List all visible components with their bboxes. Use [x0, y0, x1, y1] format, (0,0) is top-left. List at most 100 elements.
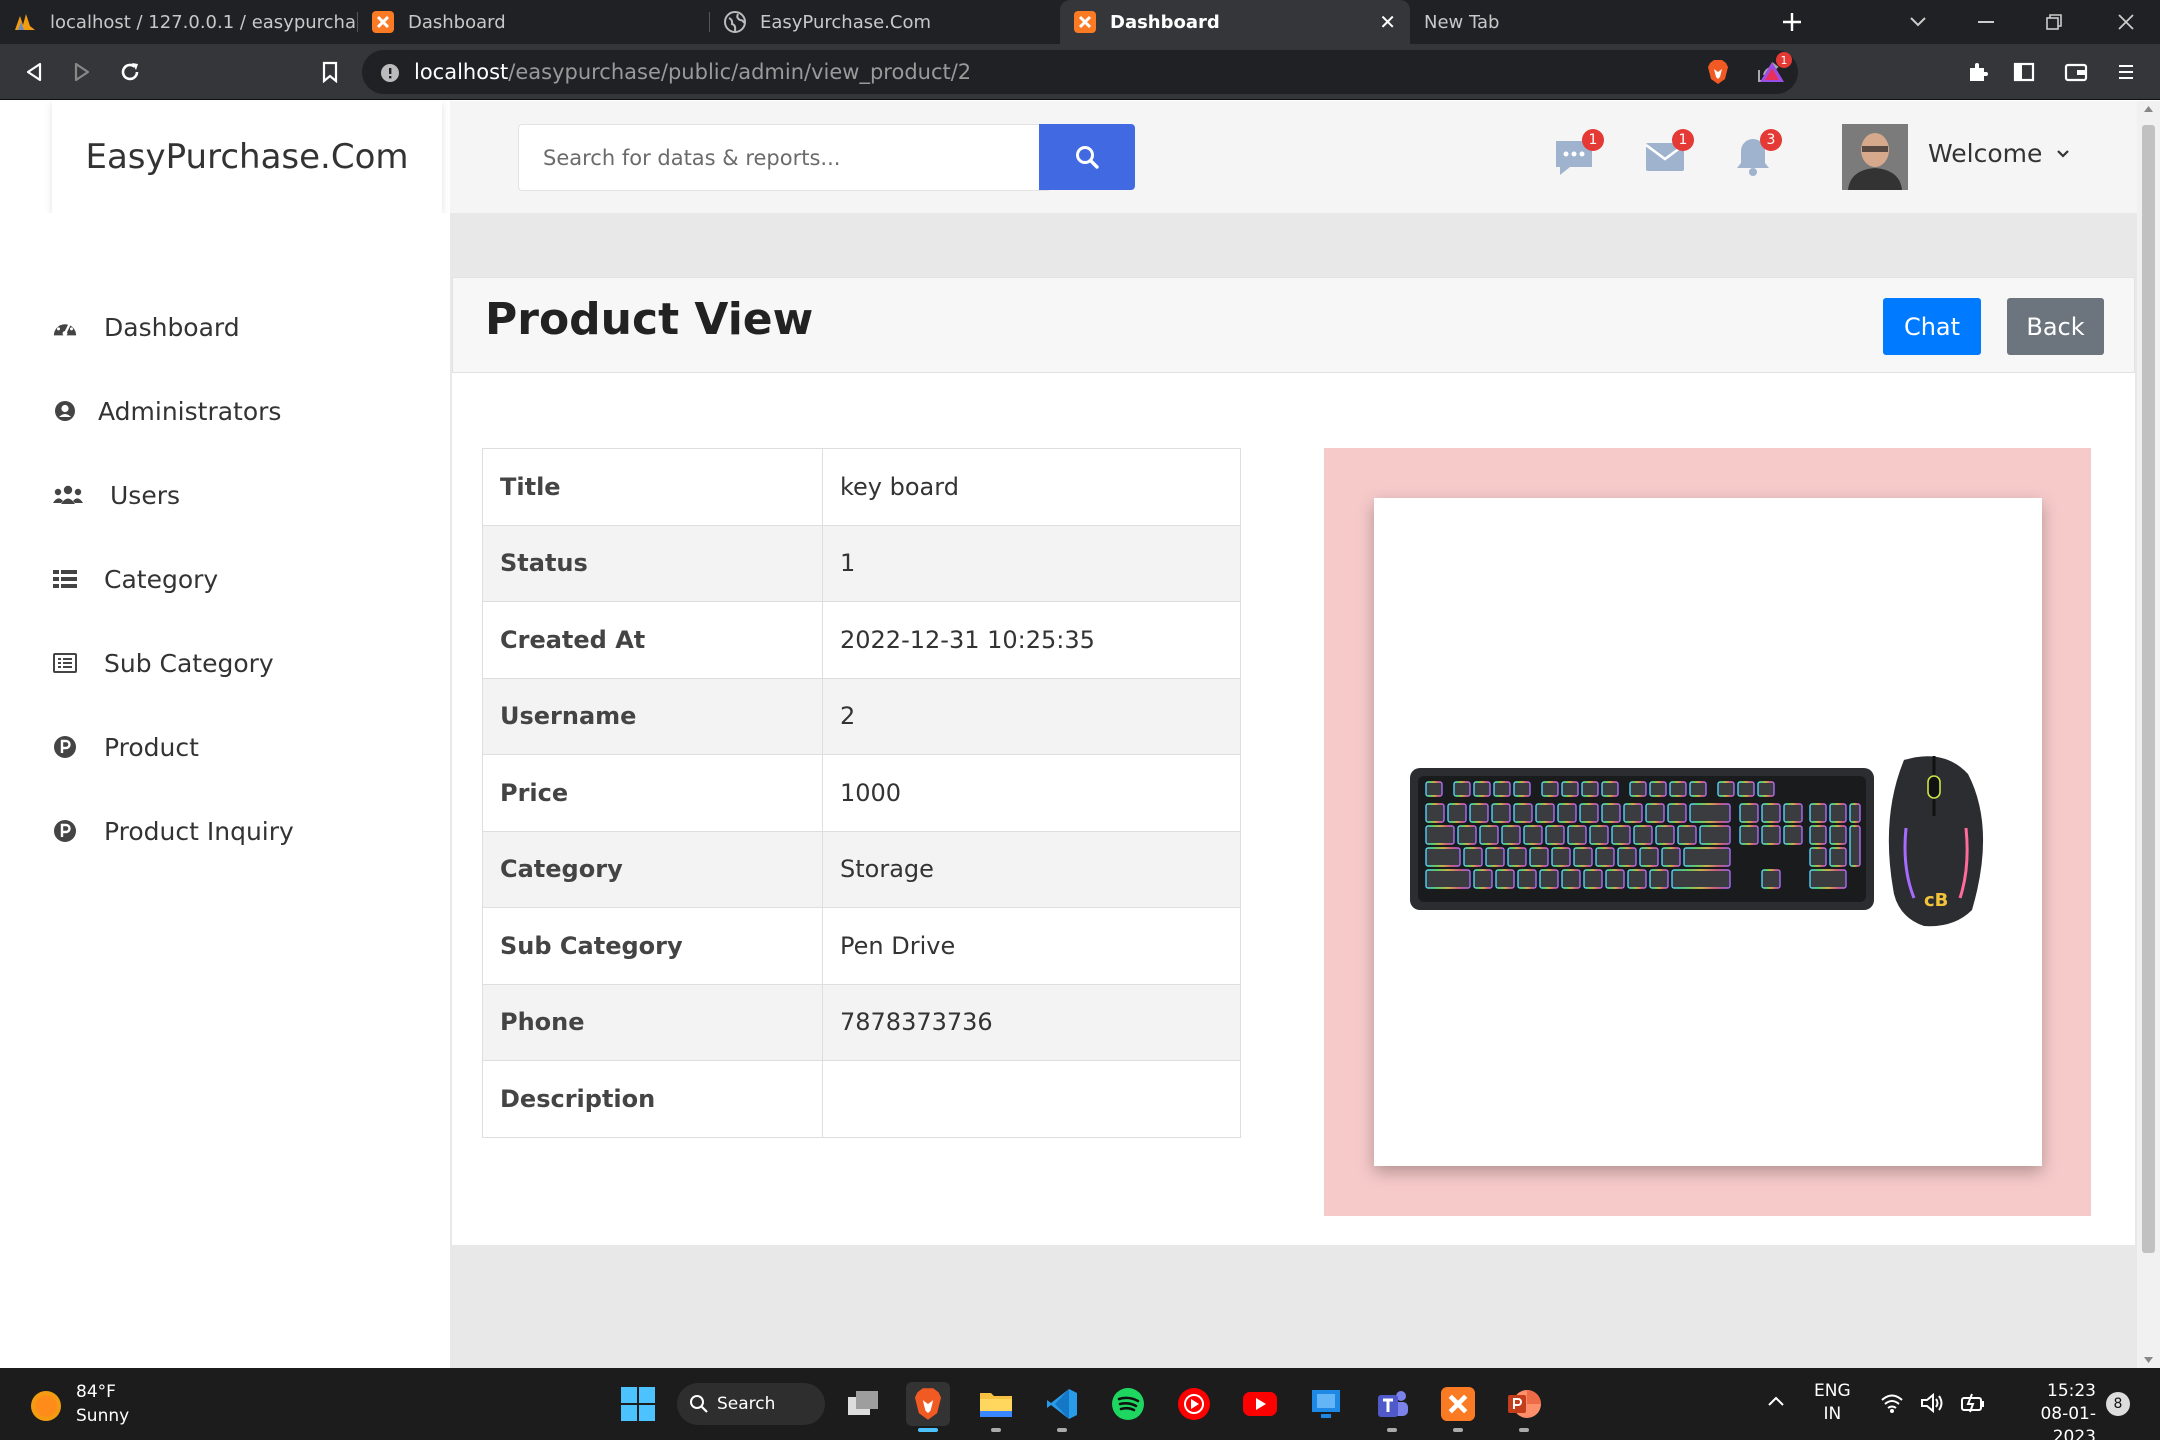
field-label: Description: [482, 1060, 823, 1138]
tab-search-chevron[interactable]: [1884, 0, 1952, 44]
taskbar-powerpoint[interactable]: [1502, 1382, 1546, 1432]
tab-phpmyadmin[interactable]: localhost / 127.0.0.1 / easypurchase /: [0, 0, 358, 44]
product-view-card: Product View Chat Back Title key board St…: [452, 277, 2135, 1245]
sidebar-item-administrators[interactable]: Administrators: [52, 391, 281, 431]
keyboard-and-mouse-image: cB: [1410, 756, 1984, 927]
powerpoint-icon: [1508, 1390, 1541, 1418]
clock[interactable]: 15:23 08-01-2023: [2000, 1380, 2096, 1449]
youtube-music-icon: [1178, 1388, 1210, 1420]
product-image-frame: cB: [1324, 448, 2091, 1216]
taskbar-file-explorer[interactable]: [974, 1382, 1018, 1432]
close-window-button[interactable]: [2092, 0, 2160, 44]
puzzle-icon: [1970, 63, 1988, 81]
product-image: cB: [1374, 498, 2042, 1166]
restore-button[interactable]: [2020, 0, 2088, 44]
taskbar-brave[interactable]: [906, 1382, 950, 1432]
taskbar-xampp[interactable]: [1436, 1382, 1480, 1432]
sidebar-item-sub-category[interactable]: Sub Category: [52, 643, 274, 683]
browser-tab-strip: localhost / 127.0.0.1 / easypurchase / D…: [0, 0, 2160, 44]
mail-button[interactable]: 1: [1642, 129, 1694, 179]
show-hidden-icons-button[interactable]: [1766, 1394, 1786, 1408]
tab-label: New Tab: [1424, 11, 1500, 33]
brave-rewards-icon[interactable]: 1: [1756, 52, 1792, 88]
taskbar-remote-desktop[interactable]: [1304, 1382, 1348, 1426]
tab-easypurchase[interactable]: EasyPurchase.Com: [710, 0, 1060, 44]
chevron-down-icon: [1910, 17, 1926, 27]
page-scrollbar[interactable]: [2137, 101, 2160, 1368]
avatar[interactable]: [1842, 124, 1908, 190]
xampp-icon: [1441, 1387, 1475, 1421]
brand-logo[interactable]: EasyPurchase.Com: [52, 101, 442, 213]
site-info-icon[interactable]: [380, 63, 400, 83]
chevron-up-icon: [1768, 1396, 1784, 1406]
tab-new-tab[interactable]: New Tab: [1410, 0, 1762, 44]
taskbar-search-label: Search: [717, 1394, 776, 1414]
system-tray[interactable]: [1880, 1392, 1986, 1414]
tab-dashboard-active[interactable]: Dashboard ✕: [1060, 0, 1410, 44]
sidebar-item-label: Product Inquiry: [104, 816, 294, 846]
tab-dashboard-1[interactable]: Dashboard: [358, 0, 710, 44]
wallet-icon: [2064, 63, 2088, 82]
language-indicator[interactable]: ENG IN: [1814, 1380, 1851, 1426]
reload-button[interactable]: [114, 56, 146, 88]
sidebar-item-product-inquiry[interactable]: Product Inquiry: [52, 811, 294, 851]
taskbar-teams[interactable]: [1370, 1382, 1414, 1432]
field-value: Pen Drive: [822, 907, 1241, 985]
weather-widget[interactable]: [30, 1390, 62, 1422]
plus-icon: [1783, 13, 1801, 31]
sidebar-toggle-button[interactable]: [2008, 56, 2040, 88]
minimize-button[interactable]: [1952, 0, 2020, 44]
brave-shields-icon[interactable]: [1702, 56, 1734, 88]
reload-icon: [121, 63, 139, 81]
list-icon: [52, 566, 78, 592]
globe-icon: [724, 11, 746, 33]
table-row: Category Storage: [482, 830, 1241, 908]
back-nav-button[interactable]: [18, 56, 50, 88]
sidebar-item-category[interactable]: Category: [52, 559, 218, 599]
scroll-thumb[interactable]: [2142, 125, 2155, 1253]
task-view-button[interactable]: [841, 1382, 885, 1426]
bookmark-button[interactable]: [314, 56, 346, 88]
top-header: 1 1 3 Welcome: [450, 101, 2137, 213]
new-tab-button[interactable]: [1770, 0, 1814, 44]
taskbar-spotify[interactable]: [1106, 1382, 1150, 1426]
start-button[interactable]: [616, 1382, 660, 1426]
sidebar-item-product[interactable]: Product: [52, 727, 199, 767]
search-button[interactable]: [1039, 124, 1135, 190]
taskbar-search[interactable]: Search: [677, 1383, 825, 1425]
notification-center-badge[interactable]: 8: [2106, 1392, 2130, 1416]
extensions-button[interactable]: [1962, 56, 1994, 88]
taskbar-vscode[interactable]: [1040, 1382, 1084, 1432]
weather-text[interactable]: 84°F Sunny: [76, 1380, 129, 1428]
table-row: Username 2: [482, 677, 1241, 755]
menu-button[interactable]: [2110, 56, 2142, 88]
page-title: Product View: [485, 294, 814, 345]
sidebar-item-dashboard[interactable]: Dashboard: [52, 307, 240, 347]
folder-icon: [980, 1393, 1012, 1417]
messages-badge: 1: [1582, 129, 1604, 151]
back-button[interactable]: Back: [2007, 298, 2104, 355]
notifications-button[interactable]: 3: [1730, 129, 1782, 179]
forward-nav-button[interactable]: [66, 56, 98, 88]
search-input[interactable]: [518, 124, 1049, 191]
url-text: localhost/easypurchase/public/admin/view…: [414, 60, 972, 84]
taskbar-youtube[interactable]: [1238, 1382, 1282, 1426]
close-icon[interactable]: ✕: [1379, 10, 1396, 34]
wallet-button[interactable]: [2060, 56, 2092, 88]
clock-time: 15:23: [2047, 1381, 2096, 1401]
scroll-down-arrow-icon: [2144, 1357, 2153, 1363]
address-bar[interactable]: localhost/easypurchase/public/admin/view…: [362, 50, 1798, 94]
user-menu[interactable]: Welcome: [1928, 139, 2070, 168]
browser-toolbar: localhost/easypurchase/public/admin/view…: [0, 44, 2160, 100]
taskbar-youtube-music[interactable]: [1172, 1382, 1216, 1426]
chat-button[interactable]: Chat: [1883, 298, 1981, 355]
restore-icon: [2046, 14, 2062, 30]
close-icon: [2118, 14, 2134, 30]
field-label: Sub Category: [482, 907, 823, 985]
messages-button[interactable]: 1: [1552, 129, 1604, 179]
field-value: 1000: [822, 754, 1241, 832]
sidebar-item-users[interactable]: Users: [52, 475, 180, 515]
sidebar-item-label: Category: [104, 564, 219, 594]
sidebar-item-label: Users: [110, 480, 181, 510]
main-content: Product View Chat Back Title key board St…: [450, 213, 2137, 1368]
